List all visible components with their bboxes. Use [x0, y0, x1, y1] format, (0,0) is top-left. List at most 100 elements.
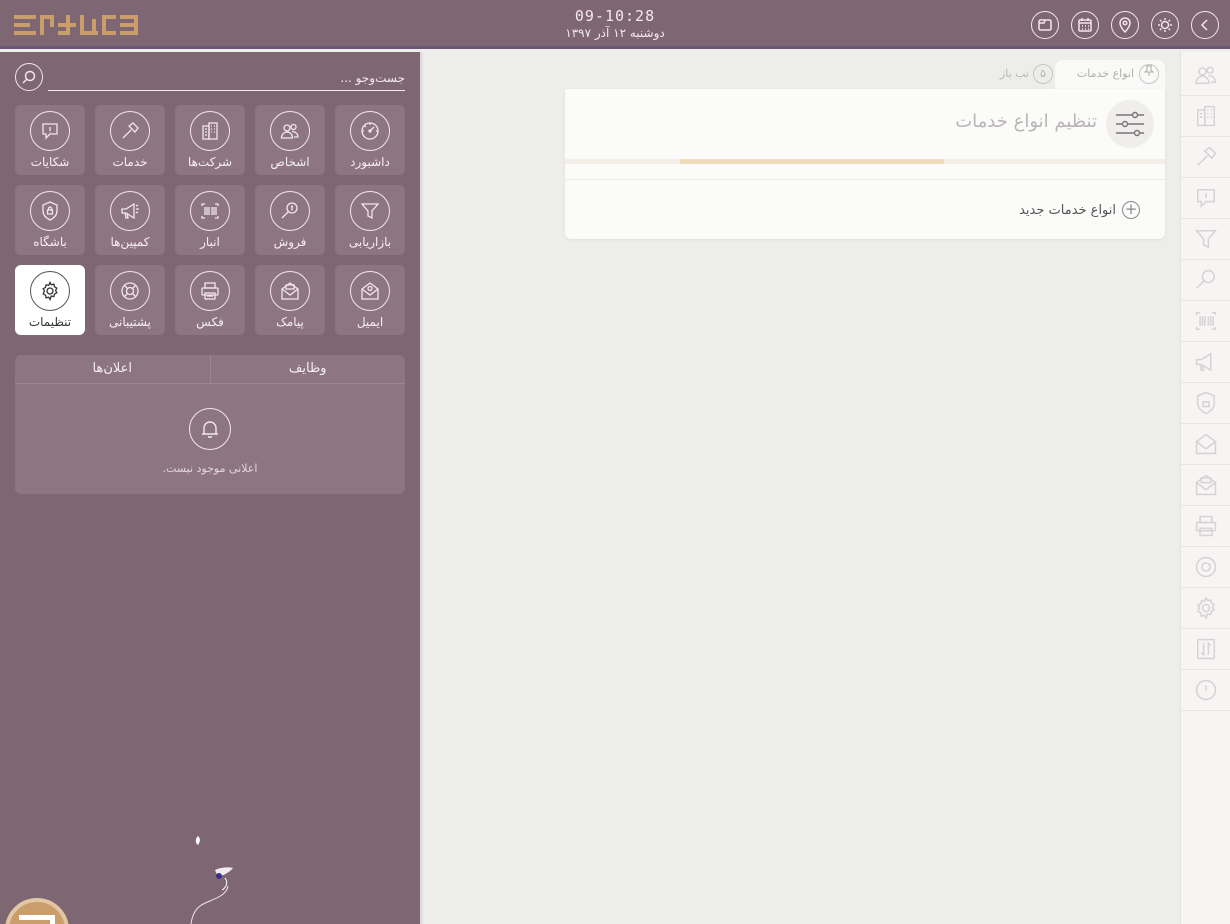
- tile-label: ایمیل: [356, 315, 384, 329]
- tile-club[interactable]: باشگاه: [15, 185, 85, 255]
- tile-fax[interactable]: فکس: [175, 265, 245, 335]
- open-tabs-indicator[interactable]: ۵ تب باز: [975, 64, 1053, 88]
- dashboard-icon: [361, 122, 379, 140]
- tile-label: شرکت‌ها: [187, 155, 233, 169]
- funnel-icon: [1194, 229, 1218, 249]
- tile-sms[interactable]: پیامک: [255, 265, 325, 335]
- tile-sales[interactable]: فروش: [255, 185, 325, 255]
- brightness-icon: [1158, 18, 1172, 32]
- tile-label: اشخاص: [270, 155, 310, 169]
- brand-mark-icon: [19, 915, 55, 924]
- megaphone-icon: [1195, 352, 1212, 372]
- buildings-icon: [202, 122, 218, 140]
- brand-logo: [14, 15, 138, 35]
- power-icon: [1195, 679, 1217, 701]
- tile-complaints[interactable]: شکایات: [15, 105, 85, 175]
- tile-label: پیامک: [276, 315, 304, 329]
- clock: 09-10:28 دوشنبه ۱۲ آذر ۱۳۹۷: [515, 7, 715, 41]
- lifebuoy-icon: [121, 282, 139, 300]
- strip-settings[interactable]: [1181, 588, 1230, 629]
- calendar-button[interactable]: [1071, 11, 1099, 39]
- rocket-illustration: [190, 836, 233, 924]
- strip-club[interactable]: [1181, 383, 1230, 424]
- tile-email[interactable]: ایمیل: [335, 265, 405, 335]
- hammer-icon: [122, 122, 139, 139]
- printer-icon: [201, 282, 219, 300]
- strip-swap[interactable]: [1181, 629, 1230, 670]
- tile-label: خدمات: [112, 155, 148, 169]
- open-tabs-count: ۵: [1033, 64, 1053, 84]
- people-icon: [280, 123, 299, 139]
- swap-icon: [1196, 638, 1216, 660]
- back-button[interactable]: [1191, 11, 1219, 39]
- brightness-button[interactable]: [1151, 11, 1179, 39]
- tile-support[interactable]: پشتیبانی: [95, 265, 165, 335]
- app-menu-button[interactable]: [5, 898, 69, 924]
- strip-campaigns[interactable]: [1181, 342, 1230, 383]
- quick-nav-strip: [1180, 52, 1230, 924]
- search-input[interactable]: [48, 65, 405, 91]
- buildings-icon: [1196, 105, 1216, 127]
- people-icon: [1195, 66, 1217, 85]
- tab-announcements[interactable]: اعلان‌ها: [15, 355, 211, 383]
- strip-companies[interactable]: [1181, 96, 1230, 137]
- strip-support[interactable]: [1181, 547, 1230, 588]
- tile-label: فروش: [273, 235, 307, 249]
- content-card: تنظیم انواع خدمات + انواع خدمات جدید: [565, 89, 1165, 239]
- tile-settings[interactable]: تنظیمات: [15, 265, 85, 335]
- sales-icon: [281, 202, 298, 219]
- strip-warehouse[interactable]: [1181, 301, 1230, 342]
- strip-marketing[interactable]: [1181, 219, 1230, 260]
- gear-icon: [1196, 596, 1216, 620]
- tile-people[interactable]: اشخاص: [255, 105, 325, 175]
- sms-icon: [1195, 474, 1217, 496]
- strip-sales[interactable]: [1181, 260, 1230, 301]
- strip-fax[interactable]: [1181, 506, 1230, 547]
- strip-power[interactable]: [1181, 670, 1230, 711]
- clock-date: دوشنبه ۱۲ آذر ۱۳۹۷: [565, 26, 665, 40]
- barcode-icon: [1195, 311, 1217, 331]
- location-button[interactable]: [1111, 11, 1139, 39]
- funnel-icon: [360, 203, 380, 220]
- tile-services[interactable]: خدمات: [95, 105, 165, 175]
- printer-icon: [1195, 515, 1217, 537]
- shield-lock-icon: [1196, 391, 1216, 415]
- tile-label: تنظیمات: [28, 315, 72, 329]
- search-icon: [22, 70, 36, 84]
- strip-sms[interactable]: [1181, 465, 1230, 506]
- calendar-icon: [1078, 18, 1092, 32]
- divider: [565, 179, 1165, 180]
- top-bar: 09-10:28 دوشنبه ۱۲ آذر ۱۳۹۷: [0, 0, 1230, 49]
- search-button[interactable]: [15, 63, 43, 91]
- strip-email[interactable]: [1181, 424, 1230, 465]
- sliders-icon: [1106, 100, 1154, 148]
- tile-marketing[interactable]: بازاریابی: [335, 185, 405, 255]
- window-button[interactable]: [1031, 11, 1059, 39]
- tile-label: کمپین‌ها: [110, 235, 150, 249]
- plus-icon: +: [1122, 201, 1140, 219]
- pin-icon[interactable]: [1139, 64, 1159, 84]
- search-bar: [15, 63, 405, 93]
- empty-notifications-text: اعلانی موجود نیست.: [162, 462, 258, 475]
- tile-label: شکایات: [30, 155, 70, 169]
- strip-people[interactable]: [1181, 55, 1230, 96]
- tab-service-types[interactable]: انواع خدمات: [1055, 60, 1165, 90]
- open-tabs-label: تب باز: [999, 67, 1029, 80]
- tile-campaigns[interactable]: کمپین‌ها: [95, 185, 165, 255]
- lifebuoy-icon: [1195, 556, 1217, 578]
- strip-services[interactable]: [1181, 137, 1230, 178]
- strip-complaints[interactable]: [1181, 178, 1230, 219]
- tile-label: بازاریابی: [348, 235, 392, 249]
- gear-icon: [42, 281, 58, 302]
- chevron-left-icon: [1200, 19, 1208, 31]
- new-service-type-button[interactable]: + انواع خدمات جدید: [945, 201, 1140, 219]
- complaint-icon: [1196, 188, 1216, 209]
- panel-divider: [420, 52, 424, 924]
- tile-dashboard[interactable]: داشبورد: [335, 105, 405, 175]
- window-icon: [1038, 19, 1052, 31]
- tile-warehouse[interactable]: انبار: [175, 185, 245, 255]
- megaphone-icon: [121, 202, 139, 220]
- tab-tasks[interactable]: وظایف: [211, 355, 406, 383]
- tab-label: انواع خدمات: [1076, 67, 1134, 80]
- tile-companies[interactable]: شرکت‌ها: [175, 105, 245, 175]
